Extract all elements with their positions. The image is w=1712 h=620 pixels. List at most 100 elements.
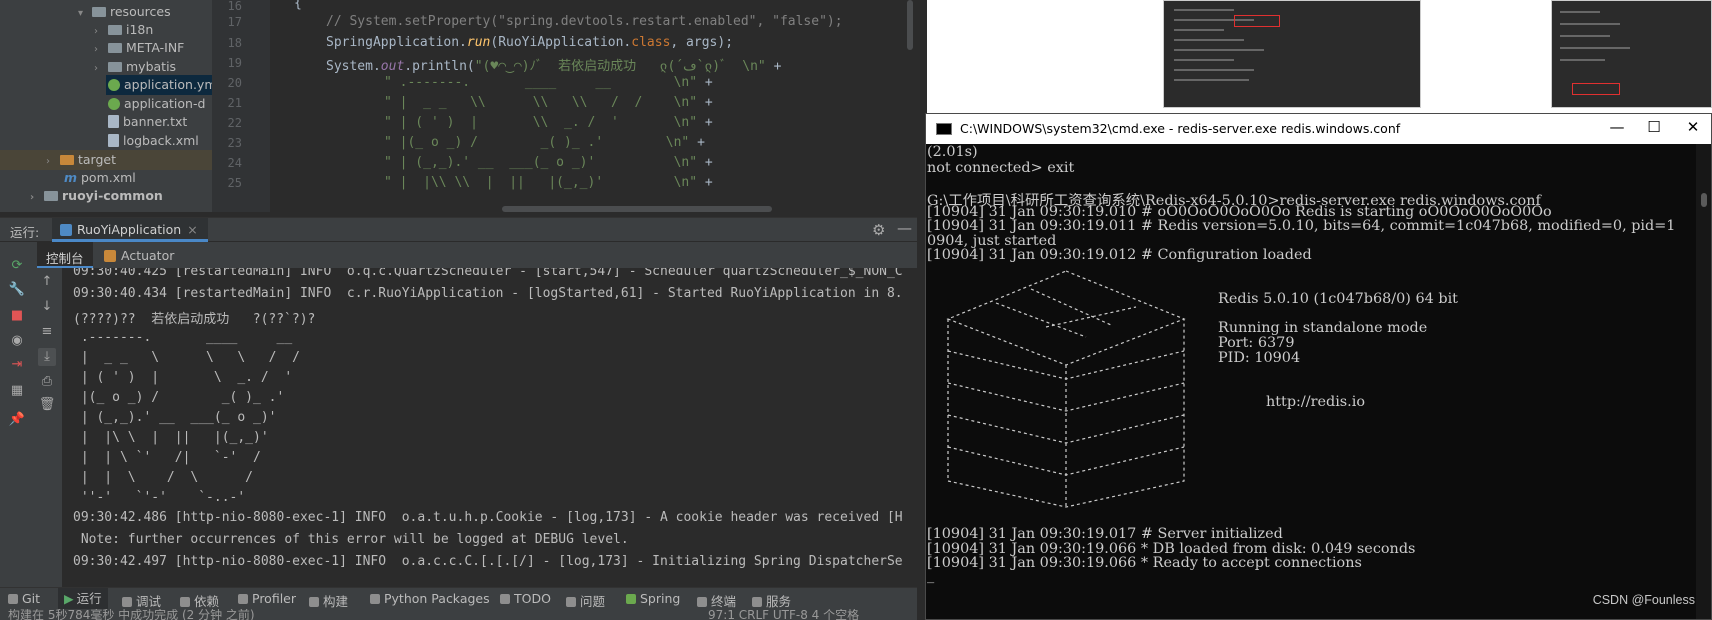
tool-run[interactable]: ▶ 运行 [58,588,108,610]
rerun-icon[interactable]: ⟳ [8,257,26,275]
tool-problems[interactable]: 问题 [566,591,605,610]
tool-services[interactable]: 服务 [752,591,791,610]
tab-actuator[interactable]: Actuator [104,248,174,263]
terminal-cursor: _ [927,568,935,584]
tool-terminal[interactable]: 终端 [697,591,736,610]
module-icon [44,191,58,201]
tree-item-application-yml[interactable]: application.yml [106,75,212,95]
folder-icon [92,7,106,17]
minimize-panel-button[interactable]: — [897,219,912,237]
minimize-button[interactable]: — [1602,118,1632,136]
actuator-icon [104,250,116,262]
hammer-icon [309,597,319,607]
terminal-line: [10904] 31 Jan 09:30:19.012 # Configurat… [927,247,1312,263]
cmd-title-bar[interactable]: C:\WINDOWS\system32\cmd.exe - redis-serv… [926,114,1711,144]
application-icon [60,224,72,236]
horizontal-scrollbar[interactable] [502,206,772,212]
scroll-to-end-icon[interactable]: ⤓ [38,348,56,366]
up-arrow-icon[interactable]: ↑ [38,273,56,291]
tool-profiler[interactable]: Profiler [238,591,296,606]
tree-item-pom[interactable]: m pom.xml [62,168,136,188]
stop-icon[interactable]: ■ [8,307,26,325]
list-icon [500,594,510,604]
vertical-scrollbar[interactable] [907,0,913,50]
cmd-scrollbar[interactable] [1696,144,1711,619]
cmd-window[interactable]: C:\WINDOWS\system32\cmd.exe - redis-serv… [925,113,1712,620]
exit-icon[interactable]: ⇥ [8,356,26,374]
terminal-line: (2.01s) [927,144,978,160]
wrench-icon[interactable]: 🔧 [8,281,26,299]
editor-status-info[interactable]: 97:1 CRLF UTF-8 4 个空格 [708,609,859,620]
code-line: " |(_ o _) / _( )_ .' \n" + [384,135,705,150]
tree-item-ruoyi-common[interactable]: › ruoyi-common [30,186,163,206]
tree-item-meta-inf[interactable]: › META-INF [94,38,184,58]
cmd-output[interactable]: (2.01s) not connected> exit G:\工作项目\科研所工… [926,144,1696,619]
tab-console[interactable]: 控制台 [37,242,93,268]
tool-dependencies[interactable]: 依赖 [180,591,219,610]
terminal-icon [697,597,707,607]
console-line: 09:30:40.425 [restartedMain] INFO o.q.c.… [73,268,903,279]
console-line: ''-' `'-' `-..-' [73,490,246,505]
run-panel-header: 运行: RuoYiApplication × ⚙ — [0,217,917,242]
folder-icon [108,62,122,72]
line-number: 23 [227,136,242,150]
code-line: SpringApplication.run(RuoYiApplication.c… [326,35,734,50]
console-line: |(_ o _) / _( )_ .' [73,390,285,405]
console-line: 09:30:42.497 [http-nio-8080-exec-1] INFO… [73,554,903,569]
soft-wrap-icon[interactable]: ≡ [38,323,56,341]
console-line: 09:30:42.486 [http-nio-8080-exec-1] INFO… [73,510,903,525]
tool-debug[interactable]: 调试 [122,591,161,610]
run-toolbar: ⟳ 🔧 ■ ◉ ⇥ ▦ 📌 [0,242,32,587]
tool-git[interactable]: Git [8,591,40,606]
tree-item-resources[interactable]: ▾ resources [78,2,171,22]
git-icon [8,594,18,604]
spring-config-icon [108,98,120,110]
tree-item-logback[interactable]: logback.xml [106,131,199,151]
console-line: 09:30:40.434 [restartedMain] INFO c.r.Ru… [73,286,903,301]
settings-gear-icon[interactable]: ⚙ [872,221,885,239]
tool-todo[interactable]: TODO [500,591,551,606]
spring-icon [626,594,636,604]
line-number: 21 [227,96,242,110]
code-line: // System.setProperty("spring.devtools.r… [326,14,843,29]
print-icon[interactable]: ⎙ [38,373,56,391]
dependencies-icon [180,597,190,607]
tree-item-banner[interactable]: banner.txt [106,112,187,132]
python-icon [370,594,380,604]
redis-pid: PID: 10904 [1218,350,1301,366]
code-editor[interactable]: 16 17 18 19 20 21 22 23 24 25 { // Syste… [212,0,917,212]
camera-icon[interactable]: ◉ [8,332,26,350]
status-bar: 构建在 5秒784毫秒 中成功完成 (2 分钟 之前) 97:1 CRLF UT… [0,609,917,620]
pin-icon[interactable]: 📌 [8,411,26,429]
trash-icon[interactable]: 🗑 [38,396,56,414]
background-document [927,0,1712,113]
cmd-icon [936,123,952,135]
console-line: | ( ' ) | \ _. / ' [73,370,293,385]
tree-item-target[interactable]: › target [0,150,212,170]
tool-build[interactable]: 构建 [309,591,348,610]
run-config-tab[interactable]: RuoYiApplication × [52,218,208,242]
redis-url: http://redis.io [1266,394,1366,410]
line-number: 18 [227,36,242,50]
console-line: | (_,_).' __ ___(_ o _)' [73,410,277,425]
console-line: Note: further occurrences of this error … [73,532,629,547]
console-output[interactable]: 09:30:40.425 [restartedMain] INFO o.q.c.… [62,268,917,587]
run-panel-label: 运行: [10,225,40,240]
maximize-button[interactable]: ☐ [1639,118,1669,136]
layout-icon[interactable]: ▦ [8,382,26,400]
terminal-line: [10904] 31 Jan 09:30:19.017 # Server ini… [927,526,1283,542]
tool-python-packages[interactable]: Python Packages [370,591,490,606]
scrollbar-thumb[interactable] [1701,193,1707,207]
services-icon [752,597,762,607]
close-icon[interactable]: × [187,222,197,237]
tree-item-i18n[interactable]: › i18n [94,20,153,40]
close-button[interactable]: ✕ [1678,118,1708,136]
code-line: { [294,0,302,11]
tree-item-mybatis[interactable]: › mybatis [94,57,176,77]
build-status-text: 构建在 5秒784毫秒 中成功完成 (2 分钟 之前) [8,609,255,620]
tool-spring[interactable]: Spring [626,591,680,606]
problems-icon [566,597,576,607]
project-tree: ▾ resources › i18n › META-INF › mybatis appl… [0,0,212,212]
tree-item-application-druid[interactable]: application-d [106,94,205,114]
down-arrow-icon[interactable]: ↓ [38,298,56,316]
